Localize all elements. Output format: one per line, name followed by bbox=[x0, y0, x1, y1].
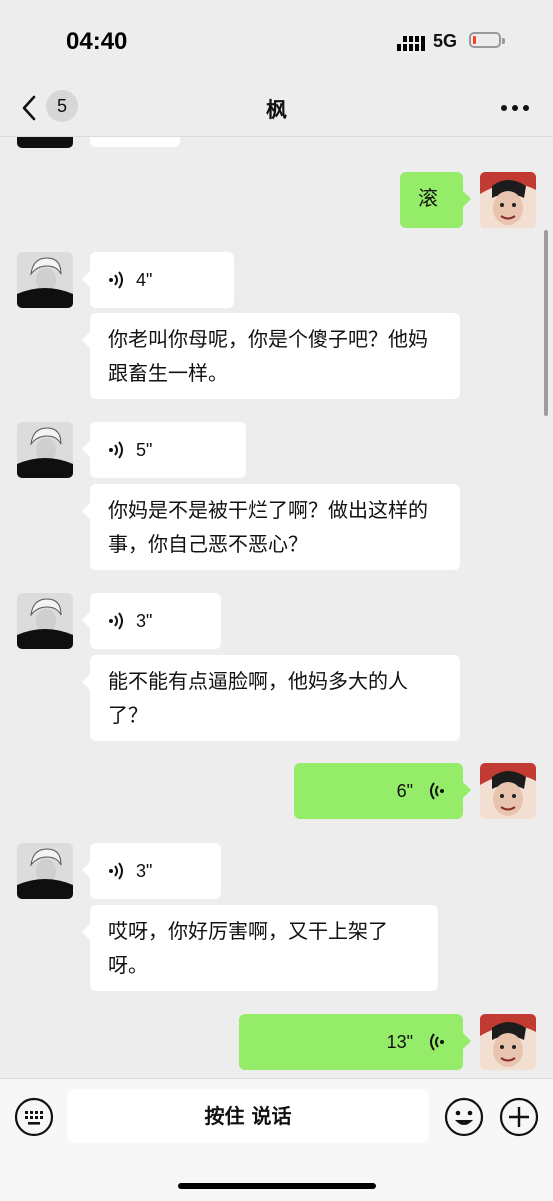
sent-voice-bubble[interactable]: 13" bbox=[239, 1014, 471, 1070]
received-text-bubble[interactable]: 能不能有点逼脸啊，他妈多大的人了？ bbox=[82, 655, 460, 741]
chat-title: 枫 bbox=[266, 98, 287, 122]
voice-duration: 3" bbox=[136, 611, 153, 631]
contact-avatar[interactable] bbox=[17, 137, 73, 148]
message-list[interactable]: 滚 4" 你老叫你母呢，你是个傻子吧？他妈跟畜生一样。 5" 你妈是不是被干烂了… bbox=[0, 137, 553, 1077]
voice-message-bubble[interactable]: 3" bbox=[82, 593, 221, 649]
message-bubble[interactable] bbox=[90, 137, 180, 147]
voice-wave-icon bbox=[109, 271, 123, 289]
keyboard-icon[interactable] bbox=[14, 1097, 54, 1137]
scrollbar[interactable] bbox=[544, 230, 548, 416]
voice-duration: 5" bbox=[136, 440, 153, 460]
sent-voice-bubble[interactable]: 6" bbox=[294, 763, 471, 819]
received-text-bubble[interactable]: 哎呀，你好厉害啊，又干上架了呀。 bbox=[82, 905, 438, 991]
my-avatar[interactable] bbox=[480, 763, 536, 819]
voice-duration: 6" bbox=[396, 781, 413, 801]
voice-wave-icon bbox=[109, 612, 123, 630]
emoji-icon[interactable] bbox=[444, 1097, 484, 1137]
hold-to-talk-button[interactable]: 按住 说话 bbox=[67, 1089, 429, 1143]
network-type: 5G bbox=[433, 31, 458, 51]
more-dots-icon[interactable] bbox=[500, 104, 530, 112]
chat-header: 5 枫 bbox=[0, 80, 553, 137]
contact-avatar[interactable] bbox=[17, 593, 73, 649]
received-text-bubble[interactable]: 你妈是不是被干烂了啊？做出这样的事，你自己恶不恶心？ bbox=[82, 484, 460, 570]
contact-avatar[interactable] bbox=[17, 252, 73, 308]
plus-icon[interactable] bbox=[499, 1097, 539, 1137]
received-text-bubble[interactable]: 你老叫你母呢，你是个傻子吧？他妈跟畜生一样。 bbox=[82, 313, 460, 399]
voice-duration: 4" bbox=[136, 270, 153, 290]
status-time: 04:40 bbox=[66, 28, 128, 55]
voice-wave-icon bbox=[109, 441, 123, 459]
voice-wave-icon bbox=[430, 1033, 444, 1051]
voice-wave-icon bbox=[430, 782, 444, 800]
battery-icon bbox=[469, 32, 505, 48]
status-bar: 04:40 5G bbox=[0, 0, 553, 80]
my-avatar[interactable] bbox=[480, 172, 536, 228]
sent-text-bubble[interactable]: 滚 bbox=[400, 172, 471, 228]
contact-avatar[interactable] bbox=[17, 843, 73, 899]
voice-message-bubble[interactable]: 5" bbox=[82, 422, 246, 478]
signal-icon bbox=[397, 36, 425, 51]
contact-avatar[interactable] bbox=[17, 422, 73, 478]
my-avatar[interactable] bbox=[480, 1014, 536, 1070]
home-indicator[interactable] bbox=[178, 1183, 376, 1189]
voice-duration: 13" bbox=[386, 1032, 413, 1052]
voice-message-bubble[interactable]: 3" bbox=[82, 843, 221, 899]
input-bar: 按住 说话 bbox=[0, 1078, 553, 1201]
voice-message-bubble[interactable]: 4" bbox=[82, 252, 234, 308]
voice-duration: 3" bbox=[136, 861, 153, 881]
voice-wave-icon bbox=[109, 862, 123, 880]
